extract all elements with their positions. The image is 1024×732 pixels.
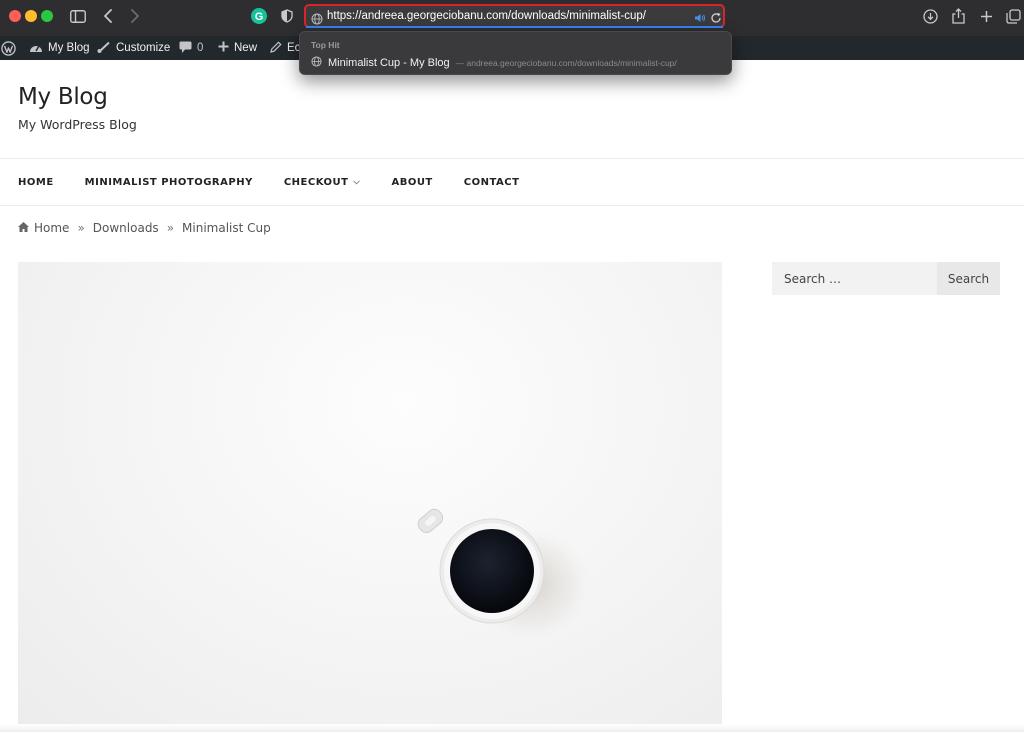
- address-suggestions-dropdown: Top Hit Minimalist Cup - My Blog — andre…: [299, 31, 732, 75]
- forward-icon[interactable]: [127, 6, 143, 26]
- header-divider: [0, 158, 1024, 159]
- breadcrumb-separator: »: [166, 221, 175, 235]
- breadcrumb-current: Minimalist Cup: [182, 221, 271, 235]
- nav-about[interactable]: ABOUT: [391, 177, 432, 188]
- globe-icon: [311, 54, 322, 72]
- nav-home[interactable]: HOME: [18, 177, 54, 188]
- suggestions-heading: Top Hit: [311, 40, 340, 50]
- grammarly-icon[interactable]: G: [250, 6, 268, 26]
- sidebar-icon[interactable]: [69, 6, 87, 26]
- search-button[interactable]: Search: [937, 262, 1000, 295]
- nav-minimalist-photography[interactable]: MINIMALIST PHOTOGRAPHY: [85, 177, 253, 188]
- adminbar-edit[interactable]: Ec: [270, 36, 300, 60]
- window-bottom-edge: [0, 724, 1024, 732]
- featured-image: [18, 262, 722, 732]
- adminbar-comments-count: 0: [197, 42, 204, 54]
- breadcrumb-downloads[interactable]: Downloads: [93, 221, 159, 235]
- back-icon[interactable]: [100, 6, 116, 26]
- svg-text:G: G: [255, 11, 264, 23]
- plus-icon: [218, 41, 229, 55]
- adminbar-customize[interactable]: Customize: [97, 36, 170, 60]
- pencil-icon: [270, 40, 282, 56]
- top-hit-suggestion[interactable]: Minimalist Cup - My Blog — andreea.georg…: [311, 54, 677, 72]
- close-window-button[interactable]: [9, 10, 21, 22]
- address-bar[interactable]: https://andreea.georgeciobanu.com/downlo…: [304, 4, 725, 28]
- plus-icon[interactable]: [977, 6, 995, 26]
- adminbar-customize-label: Customize: [116, 42, 171, 54]
- adminbar-new[interactable]: New: [218, 36, 257, 60]
- zoom-window-button[interactable]: [41, 10, 53, 22]
- minimize-window-button[interactable]: [25, 10, 37, 22]
- home-icon: [18, 221, 29, 235]
- site-tagline: My WordPress Blog: [18, 117, 137, 132]
- coffee-cup-photo: [417, 508, 592, 642]
- main-navigation: HOME MINIMALIST PHOTOGRAPHY CHECKOUT ABO…: [18, 174, 550, 190]
- breadcrumb-home[interactable]: Home: [34, 221, 69, 235]
- breadcrumb: Home » Downloads » Minimalist Cup: [18, 221, 271, 235]
- share-icon[interactable]: [949, 6, 967, 26]
- cup-handle: [417, 508, 444, 534]
- breadcrumb-separator: »: [77, 221, 85, 235]
- suggestion-title: Minimalist Cup - My Blog: [328, 57, 450, 69]
- adminbar-site-label: My Blog: [48, 42, 90, 54]
- nav-contact[interactable]: CONTACT: [464, 177, 520, 188]
- suggestion-url: — andreea.georgeciobanu.com/downloads/mi…: [455, 58, 677, 68]
- chevron-down-icon: [353, 177, 361, 188]
- adminbar-site[interactable]: My Blog: [29, 36, 90, 60]
- wordpress-logo-icon[interactable]: [1, 36, 16, 60]
- tabs-icon[interactable]: [1004, 6, 1022, 26]
- brush-icon: [97, 41, 111, 56]
- search-input[interactable]: [772, 262, 937, 295]
- adminbar-comments[interactable]: 0: [179, 36, 203, 60]
- nav-divider: [0, 205, 1024, 206]
- url-focus-underline: [306, 26, 723, 28]
- url-text[interactable]: https://andreea.georgeciobanu.com/downlo…: [327, 8, 646, 24]
- nav-checkout[interactable]: CHECKOUT: [284, 177, 361, 188]
- comment-bubble-icon: [179, 41, 192, 56]
- adminbar-new-label: New: [234, 42, 258, 54]
- site-title[interactable]: My Blog: [18, 84, 108, 110]
- nav-checkout-label: CHECKOUT: [283, 176, 349, 188]
- dashboard-gauge-icon: [29, 41, 43, 56]
- download-icon[interactable]: [921, 6, 939, 26]
- shield-icon[interactable]: [279, 6, 295, 26]
